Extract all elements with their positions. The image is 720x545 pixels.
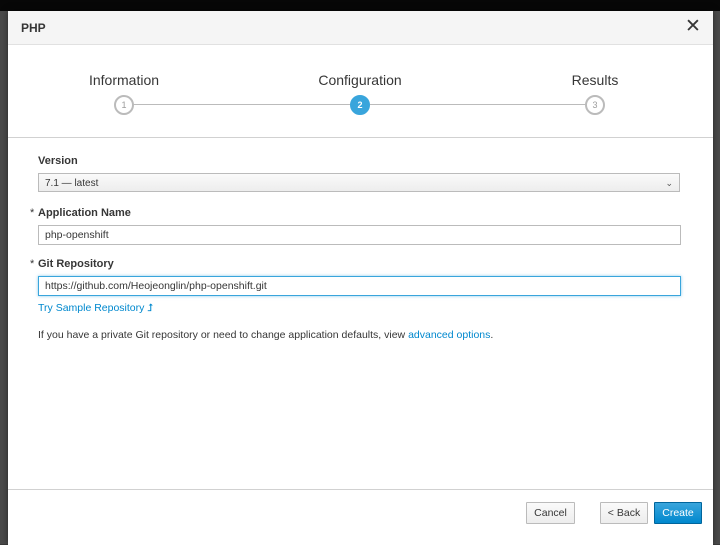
required-mark: *	[30, 207, 35, 219]
try-sample-repository-link[interactable]: Try Sample Repository ⮥	[38, 302, 154, 315]
modal-title: PHP	[21, 21, 46, 35]
step-label-information[interactable]: Information	[89, 72, 159, 88]
version-value: 7.1 — latest	[45, 178, 99, 189]
back-button[interactable]: < Back	[600, 502, 648, 524]
step-circle-1[interactable]: 1	[114, 95, 134, 115]
close-icon[interactable]: ✕	[683, 17, 703, 37]
version-label: Version	[38, 155, 78, 167]
app-name-input[interactable]	[38, 225, 681, 245]
step-circle-3[interactable]: 3	[585, 95, 605, 115]
version-select[interactable]: 7.1 — latest ⌄	[38, 173, 680, 192]
app-name-label: Application Name	[38, 207, 131, 219]
step-circle-2[interactable]: 2	[350, 95, 370, 115]
create-button[interactable]: Create	[654, 502, 702, 524]
top-bar	[0, 0, 720, 11]
cancel-button[interactable]: Cancel	[526, 502, 575, 524]
git-repo-input[interactable]	[38, 276, 681, 296]
php-modal: PHP ✕ Information 1 Configuration 2 Resu…	[8, 11, 713, 545]
wizard-steps: Information 1 Configuration 2 Results 3	[8, 45, 713, 138]
help-text: If you have a private Git repository or …	[38, 329, 493, 341]
advanced-options-link[interactable]: advanced options	[408, 329, 490, 341]
help-text-suffix: .	[490, 329, 494, 341]
modal-footer: Cancel < Back Create	[8, 489, 713, 545]
help-text-prefix: If you have a private Git repository or …	[38, 329, 409, 341]
backdrop-left	[0, 11, 8, 544]
step-label-results[interactable]: Results	[572, 72, 619, 88]
step-label-configuration[interactable]: Configuration	[318, 72, 401, 88]
required-mark: *	[30, 258, 35, 270]
backdrop-right	[713, 11, 720, 544]
step-connector	[124, 104, 360, 105]
chevron-down-icon: ⌄	[665, 178, 673, 188]
git-repo-label: Git Repository	[38, 258, 114, 270]
modal-header: PHP ✕	[8, 11, 713, 45]
step-connector	[370, 104, 594, 105]
